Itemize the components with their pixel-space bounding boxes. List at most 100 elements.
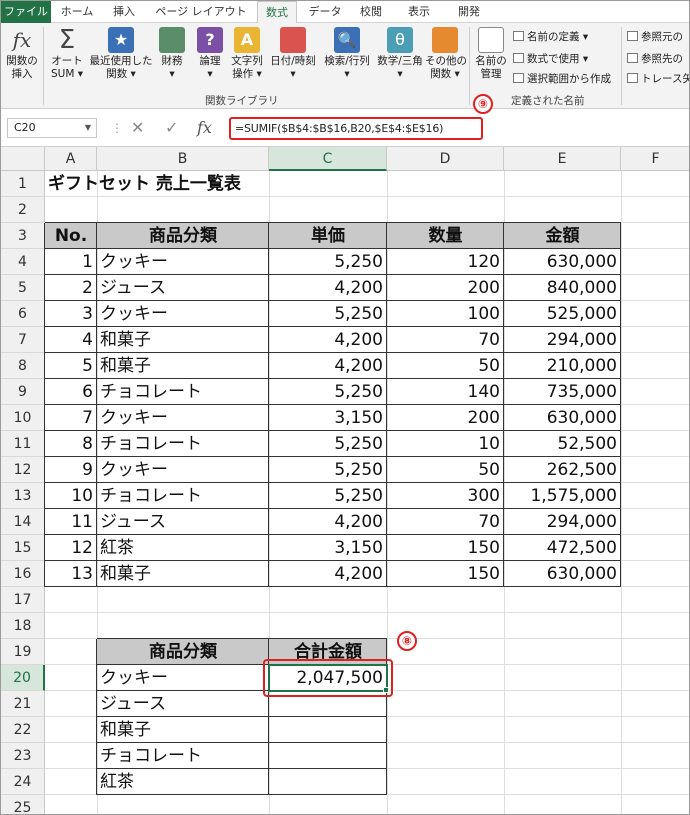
row-header-24[interactable]: 24	[1, 769, 45, 795]
summary-cell-total[interactable]	[269, 717, 387, 743]
row-header-11[interactable]: 11	[1, 431, 45, 457]
table-cell-category: クッキー	[100, 252, 168, 272]
table-border-v	[268, 223, 269, 587]
column-header-C[interactable]: C	[269, 147, 387, 171]
table-cell-no: 7	[82, 408, 93, 428]
define-name-button[interactable]: 名前の定義 ▾	[513, 29, 588, 44]
table-border-h	[45, 430, 621, 431]
table-cell-price: 5,250	[334, 304, 383, 324]
insert-function-button[interactable]: fx 関数の 挿入	[5, 27, 39, 81]
tab-1[interactable]: ホーム	[57, 1, 97, 23]
select-all-corner[interactable]	[1, 147, 45, 171]
column-header-D[interactable]: D	[387, 147, 504, 171]
tab-8[interactable]: 開発	[449, 1, 489, 23]
table-cell-price: 3,150	[334, 538, 383, 558]
name-manager-icon	[478, 27, 504, 53]
worksheet-grid[interactable]: A B C D E F 1 2 3 4 5 6 7 8 9 10 11 12 13 14 15 16 17 18 19 20 21 2…	[1, 147, 689, 814]
autosum-button[interactable]: Σ オート SUM ▾	[49, 27, 85, 81]
column-header-A[interactable]: A	[45, 147, 97, 171]
row-header-2[interactable]: 2	[1, 197, 45, 223]
summary-header-0: 商品分類	[97, 639, 269, 665]
annotation-eight: ⑧	[397, 631, 417, 651]
row-header-6[interactable]: 6	[1, 301, 45, 327]
row-header-7[interactable]: 7	[1, 327, 45, 353]
use-in-formula-icon	[513, 53, 524, 63]
row-header-19[interactable]: 19	[1, 639, 45, 665]
name-box-value: C20	[14, 121, 36, 134]
row-header-4[interactable]: 4	[1, 249, 45, 275]
row-header-9[interactable]: 9	[1, 379, 45, 405]
column-header-F[interactable]: F	[621, 147, 689, 171]
remove-arrows-icon	[627, 73, 638, 83]
row-header-12[interactable]: 12	[1, 457, 45, 483]
table-cell-no: 4	[82, 330, 93, 350]
formula-input[interactable]: =SUMIF($B$4:$B$16,B20,$E$4:$E$16)	[229, 117, 483, 140]
use-in-formula-label: 数式で使用 ▾	[527, 53, 589, 65]
recent-functions-button[interactable]: ★ 最近使用した 関数 ▾	[89, 27, 153, 81]
datetime-button[interactable]: 日付/時刻 ▾	[267, 27, 319, 81]
row-header-25[interactable]: 25	[1, 795, 45, 814]
text-button[interactable]: A 文字列 操作 ▾	[229, 27, 265, 81]
trace-dependents-button[interactable]: 参照先の	[627, 51, 683, 66]
tab-0[interactable]: ファイル	[1, 1, 51, 23]
tab-7[interactable]: 表示	[399, 1, 439, 23]
table-cell-category: クッキー	[100, 408, 168, 428]
row-header-5[interactable]: 5	[1, 275, 45, 301]
trace-precedents-label: 参照元の	[641, 31, 683, 43]
remove-arrows-button[interactable]: トレース矢	[627, 71, 689, 86]
table-header-2: 単価	[269, 223, 387, 249]
summary-border-h	[97, 794, 387, 795]
create-from-selection-button[interactable]: 選択範囲から作成	[513, 71, 611, 86]
summary-cell-total[interactable]	[269, 743, 387, 769]
chevron-down-icon[interactable]: ▼	[85, 119, 91, 137]
use-in-formula-button[interactable]: 数式で使用 ▾	[513, 51, 588, 66]
tab-3[interactable]: ページ レイアウト	[151, 1, 251, 23]
column-header-E[interactable]: E	[504, 147, 621, 171]
row-header-14[interactable]: 14	[1, 509, 45, 535]
row-header-21[interactable]: 21	[1, 691, 45, 717]
tab-6[interactable]: 校閲	[353, 1, 389, 23]
summary-cell-category: クッキー	[100, 668, 168, 688]
lookup-button[interactable]: 🔍 検索/行列 ▾	[321, 27, 373, 81]
table-cell-category: 和菓子	[100, 330, 151, 350]
column-header-B[interactable]: B	[97, 147, 269, 171]
table-cell-price: 5,250	[334, 486, 383, 506]
table-border-h	[45, 378, 621, 379]
financial-button[interactable]: 財務 ▾	[155, 27, 189, 81]
more-functions-button[interactable]: その他の 関数 ▾	[425, 27, 467, 81]
row-header-23[interactable]: 23	[1, 743, 45, 769]
tab-2[interactable]: 挿入	[107, 1, 141, 23]
table-cell-category: ジュース	[100, 512, 166, 532]
tab-4[interactable]: 数式	[257, 1, 297, 24]
name-manager-label: 名前の 管理	[475, 55, 507, 80]
row-header-8[interactable]: 8	[1, 353, 45, 379]
table-border-v	[44, 223, 45, 587]
name-manager-button[interactable]: 名前の 管理	[473, 27, 509, 81]
trace-precedents-button[interactable]: 参照元の	[627, 29, 683, 44]
row-header-17[interactable]: 17	[1, 587, 45, 613]
summary-cell-total[interactable]	[269, 769, 387, 795]
enter-check-icon[interactable]: ✓	[165, 118, 178, 138]
row-header-20[interactable]: 20	[1, 665, 45, 691]
tab-5[interactable]: データ	[305, 1, 345, 23]
math-button[interactable]: θ 数学/三角 ▾	[375, 27, 425, 81]
logical-button[interactable]: ? 論理 ▾	[193, 27, 227, 81]
fx-icon: fx	[12, 28, 32, 52]
fx-icon[interactable]: fx	[197, 118, 212, 138]
row-header-1[interactable]: 1	[1, 171, 45, 197]
name-box[interactable]: C20 ▼	[7, 118, 97, 138]
magnifier-icon: 🔍	[334, 27, 360, 53]
row-header-22[interactable]: 22	[1, 717, 45, 743]
row-header-3[interactable]: 3	[1, 223, 45, 249]
table-header-4: 金額	[504, 223, 621, 249]
row-header-18[interactable]: 18	[1, 613, 45, 639]
table-cell-no: 12	[71, 538, 93, 558]
table-border-h	[45, 274, 621, 275]
row-header-16[interactable]: 16	[1, 561, 45, 587]
row-header-13[interactable]: 13	[1, 483, 45, 509]
cancel-icon[interactable]: ✕	[131, 118, 144, 138]
row-header-15[interactable]: 15	[1, 535, 45, 561]
row-header-10[interactable]: 10	[1, 405, 45, 431]
table-cell-amount: 1,575,000	[530, 486, 617, 506]
datetime-label: 日付/時刻 ▾	[270, 55, 316, 80]
